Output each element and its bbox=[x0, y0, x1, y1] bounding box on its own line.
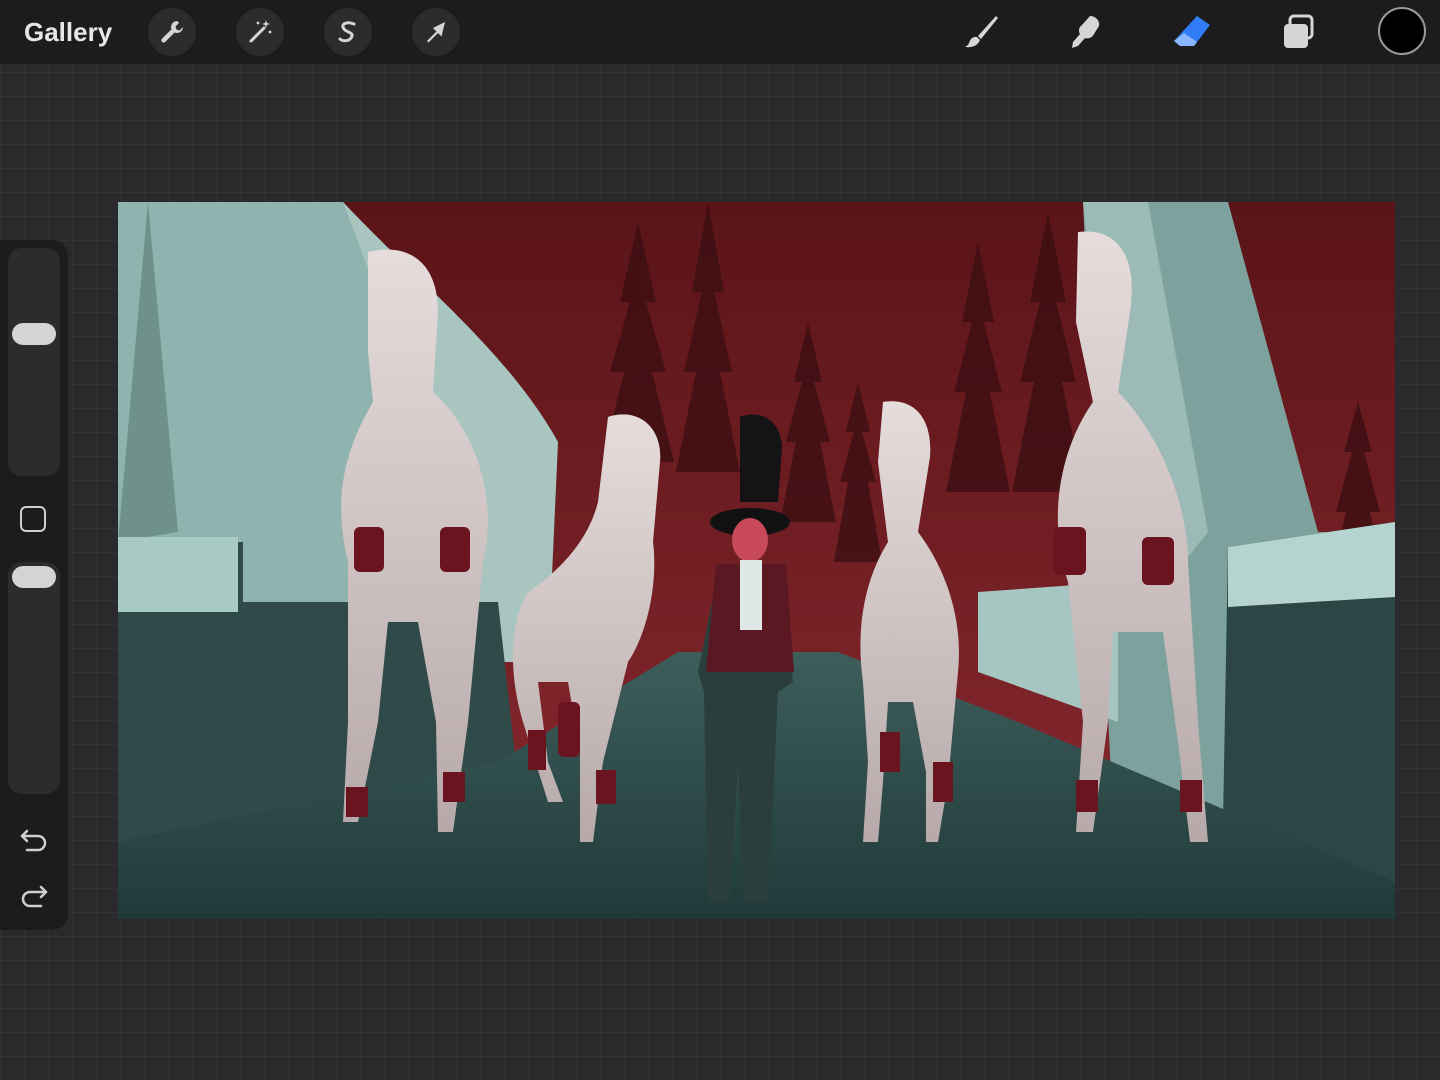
brush-size-slider[interactable] bbox=[8, 248, 60, 476]
eraser-icon bbox=[1174, 16, 1210, 46]
modify-button[interactable] bbox=[20, 506, 46, 532]
layers-icon bbox=[1284, 14, 1314, 48]
selection-button[interactable] bbox=[324, 8, 372, 56]
adjustments-button[interactable] bbox=[236, 8, 284, 56]
transform-button[interactable] bbox=[412, 8, 460, 56]
undo-icon bbox=[20, 829, 47, 852]
eraser-tool-button[interactable] bbox=[1166, 8, 1218, 56]
drawing-canvas[interactable] bbox=[118, 202, 1395, 919]
wrench-icon bbox=[161, 21, 183, 43]
left-sidebar bbox=[0, 240, 68, 930]
artwork-image bbox=[118, 202, 1395, 919]
brush-icon bbox=[965, 16, 998, 48]
opacity-slider[interactable] bbox=[8, 562, 60, 794]
brush-size-thumb[interactable] bbox=[12, 323, 56, 345]
redo-icon bbox=[21, 885, 48, 908]
gallery-button[interactable]: Gallery bbox=[24, 16, 112, 48]
color-picker-button[interactable] bbox=[1378, 7, 1426, 55]
selection-s-icon bbox=[338, 21, 356, 43]
redo-button[interactable] bbox=[17, 880, 51, 910]
smudge-tool-button[interactable] bbox=[1060, 8, 1112, 56]
undo-button[interactable] bbox=[17, 824, 51, 854]
magic-wand-icon bbox=[249, 20, 272, 43]
arrow-cursor-icon bbox=[427, 22, 445, 43]
brush-tool-button[interactable] bbox=[956, 8, 1008, 56]
layers-button[interactable] bbox=[1272, 8, 1324, 56]
opacity-thumb[interactable] bbox=[12, 566, 56, 588]
black-horse bbox=[740, 414, 782, 502]
top-toolbar: Gallery bbox=[0, 0, 1440, 64]
actions-button[interactable] bbox=[148, 8, 196, 56]
smudge-icon bbox=[1072, 16, 1100, 48]
